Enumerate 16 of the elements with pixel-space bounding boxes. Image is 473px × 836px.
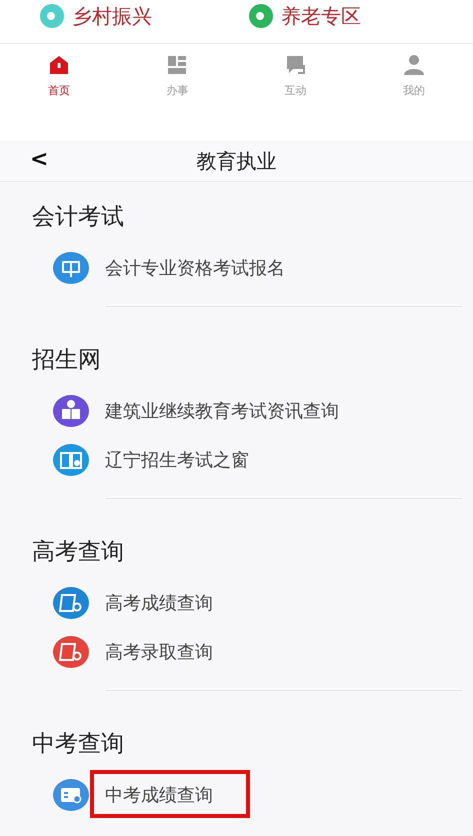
- service-link[interactable]: 高考录取查询: [105, 640, 213, 664]
- back-button[interactable]: <: [26, 145, 52, 175]
- page-title: 教育执业: [196, 149, 276, 173]
- person-icon: [402, 52, 426, 76]
- service-link[interactable]: 中考成绩查询: [105, 782, 213, 806]
- service-link[interactable]: 高考成绩查询: [105, 590, 213, 614]
- section-title: 高考查询: [32, 539, 124, 565]
- section-title: 招生网: [32, 347, 101, 373]
- section-title: 会计考试: [32, 204, 124, 230]
- nav-tab[interactable]: 首页: [0, 44, 118, 106]
- category-link[interactable]: 养老专区: [281, 2, 361, 30]
- service-link[interactable]: 会计专业资格考试报名: [105, 256, 285, 280]
- service-link[interactable]: 建筑业继续教育考试资讯查询: [105, 398, 339, 422]
- service-link[interactable]: 辽宁招生考试之窗: [105, 448, 249, 472]
- category-link[interactable]: 乡村振兴: [72, 2, 152, 30]
- section-title: 中考查询: [32, 731, 124, 757]
